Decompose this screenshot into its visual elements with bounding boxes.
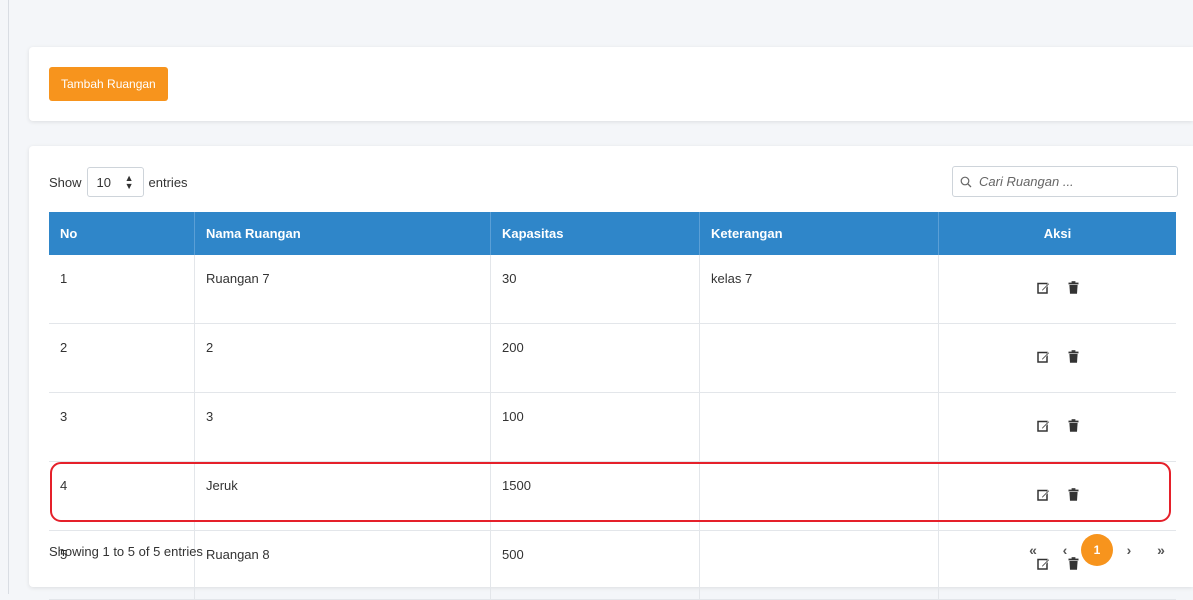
pagination: « ‹ 1 › » <box>1017 534 1177 566</box>
cell-keterangan <box>699 530 939 600</box>
cell-aksi <box>938 255 1176 324</box>
next-page-button[interactable]: › <box>1113 534 1145 566</box>
cell-no: 5 <box>49 530 195 600</box>
table-header-row: No Nama Ruangan Kapasitas Keterangan Aks… <box>49 212 1176 255</box>
trash-icon[interactable] <box>1068 281 1079 297</box>
cell-aksi <box>938 323 1176 393</box>
trash-icon[interactable] <box>1068 419 1079 435</box>
rooms-table-card: Show 10 ▲▼ entries No Nama Ruangan Kapas… <box>29 146 1193 600</box>
edit-icon[interactable] <box>1036 419 1050 435</box>
search-icon <box>960 176 972 187</box>
table-row: 3 3 100 <box>49 392 1176 462</box>
header-aksi: Aksi <box>938 212 1176 255</box>
cell-nama-ruangan: 3 <box>194 392 491 462</box>
select-arrows-icon: ▲ ▼ <box>124 173 134 191</box>
page-1-button[interactable]: 1 <box>1081 534 1113 566</box>
cell-kapasitas: 30 <box>490 255 700 324</box>
cell-no: 1 <box>49 255 195 324</box>
cell-aksi <box>938 392 1176 462</box>
entries-per-page-value: 10 <box>96 174 111 190</box>
first-page-button[interactable]: « <box>1017 534 1049 566</box>
edit-icon[interactable] <box>1036 488 1050 504</box>
toolbar-card: Tambah Ruangan <box>29 47 1193 121</box>
length-control: Show 10 ▲ ▼ entries <box>49 166 188 198</box>
table-row: 2 2 200 <box>49 323 1176 393</box>
search-input[interactable] <box>977 173 1171 190</box>
search-box <box>952 166 1178 197</box>
cell-keterangan: kelas 7 <box>699 255 939 324</box>
edit-icon[interactable] <box>1036 350 1050 366</box>
left-divider <box>8 0 9 594</box>
trash-icon[interactable] <box>1068 350 1079 366</box>
add-room-button[interactable]: Tambah Ruangan <box>49 67 168 101</box>
cell-no: 3 <box>49 392 195 462</box>
header-keterangan[interactable]: Keterangan <box>699 212 939 255</box>
entries-label: entries <box>148 174 188 190</box>
table-row: 5 Ruangan 8 500 <box>49 530 1176 600</box>
prev-page-button[interactable]: ‹ <box>1049 534 1081 566</box>
edit-icon[interactable] <box>1036 281 1050 297</box>
cell-nama-ruangan: 2 <box>194 323 491 393</box>
cell-nama-ruangan: Jeruk <box>194 461 491 531</box>
show-label: Show <box>49 174 82 190</box>
header-no[interactable]: No <box>49 212 195 255</box>
cell-keterangan <box>699 392 939 462</box>
cell-nama-ruangan: Ruangan 8 <box>194 530 491 600</box>
cell-kapasitas: 100 <box>490 392 700 462</box>
cell-keterangan <box>699 323 939 393</box>
cell-keterangan <box>699 461 939 531</box>
table-info: Showing 1 to 5 of 5 entries <box>49 544 203 559</box>
cell-kapasitas: 200 <box>490 323 700 393</box>
trash-icon[interactable] <box>1068 488 1079 504</box>
last-page-button[interactable]: » <box>1145 534 1177 566</box>
table-row: 1 Ruangan 7 30 kelas 7 <box>49 255 1176 324</box>
header-kapasitas[interactable]: Kapasitas <box>490 212 700 255</box>
entries-per-page-select[interactable]: 10 ▲ ▼ <box>86 167 144 197</box>
header-nama-ruangan[interactable]: Nama Ruangan <box>194 212 491 255</box>
cell-no: 4 <box>49 461 195 531</box>
table-row: 4 Jeruk 1500 <box>49 461 1176 531</box>
cell-kapasitas: 500 <box>490 530 700 600</box>
cell-nama-ruangan: Ruangan 7 <box>194 255 491 324</box>
cell-aksi <box>938 461 1176 531</box>
cell-kapasitas: 1500 <box>490 461 700 531</box>
rooms-table: No Nama Ruangan Kapasitas Keterangan Aks… <box>49 212 1176 600</box>
cell-no: 2 <box>49 323 195 393</box>
